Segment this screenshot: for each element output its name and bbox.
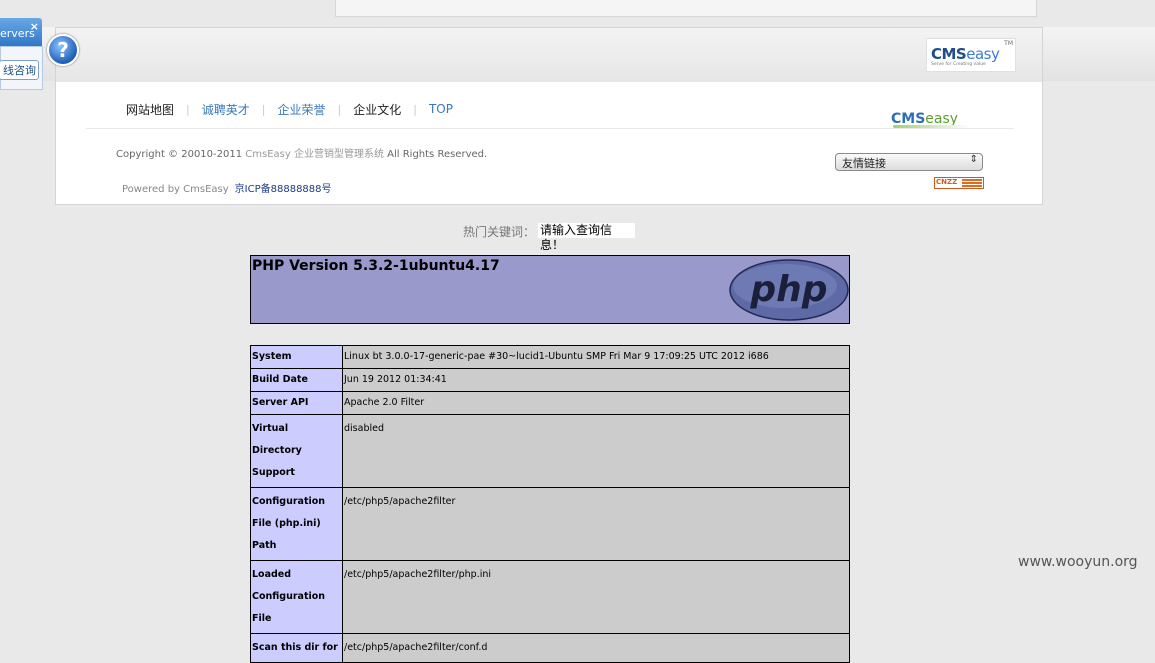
row-value: /etc/php5/apache2filter [342,487,850,561]
cnzz-stats-badge[interactable]: CNZZ [934,177,984,189]
table-row: Loaded Configuration File/etc/php5/apach… [250,560,850,634]
online-consult-button[interactable]: 线咨询 [0,60,39,80]
nav-link[interactable]: TOP [429,102,453,116]
table-row: Virtual Directory Support disabled [250,414,850,488]
powered-by: Powered by CmsEasy 京ICP备88888888号 [122,184,332,195]
row-value: /etc/php5/apache2filter/php.ini [342,560,850,634]
footer-divider [86,128,1014,129]
nav-link[interactable]: 企业荣誉 [277,101,325,118]
nav-separator: | [186,102,190,116]
nav-link[interactable]: 诚聘英才 [202,101,250,118]
table-row: System Linux bt 3.0.0-17-generic-pae #30~… [250,345,850,369]
hot-keywords-label: 热门关键词： [463,225,536,239]
nav-separator: | [337,102,342,116]
phpinfo-table: System Linux bt 3.0.0-17-generic-pae #30~… [250,345,850,663]
row-value: Apache 2.0 Filter [342,391,850,415]
top-content-box [335,0,1037,17]
row-value: Linux bt 3.0.0-17-generic-pae #30~lucid1… [342,345,850,369]
table-row: Scan this dir for/etc/php5/apache2filter… [250,633,850,663]
help-icon[interactable]: ? [47,34,79,66]
php-version-title: PHP Version 5.3.2-1ubuntu4.17 [252,258,500,274]
updown-arrows-icon: ⇕ [969,154,978,165]
footer-header [56,28,1042,82]
row-key: Server API [250,391,343,415]
cmseasy-logo-top[interactable]: CMSeasy TM Serve for Creating value [926,38,1016,72]
row-value: Jun 19 2012 01:34:41 [342,368,850,392]
row-key: Loaded Configuration File [250,560,343,634]
friend-links-select[interactable]: 友情链接 ⇕ [835,153,983,171]
table-row: Configuration File (php.ini) Path/etc/ph… [250,487,850,561]
icp-link[interactable]: 京ICP备88888888号 [235,184,332,195]
php-logo-text: php [749,269,827,310]
cnzz-bars-icon [962,179,982,187]
row-key: System [250,345,343,369]
row-key: Scan this dir for [250,633,343,663]
table-row: Build Date Jun 19 2012 01:34:41 [250,368,850,392]
row-value: disabled [342,414,850,488]
site-footer: CMSeasy TM Serve for Creating value 网站地图… [55,27,1043,205]
widget-header: ervers × [0,18,42,46]
search-input[interactable]: 请输入查询信息！ [538,223,635,252]
close-icon[interactable]: × [30,20,39,33]
widget-body: 线咨询 [0,46,43,90]
row-value: /etc/php5/apache2filter/conf.d [342,633,850,663]
nav-link[interactable]: 企业文化 [353,101,401,118]
row-key: Build Date [250,368,343,392]
copyright-text: Copyright © 20010-2011 CmsEasy 企业营销型管理系统… [116,149,488,160]
nav-separator: | [413,102,417,116]
nav-link[interactable]: 网站地图 [126,101,174,118]
cmseasy-logo-mid[interactable]: CMSeasy [891,108,975,128]
watermark: www.wooyun.org [1018,554,1138,570]
row-key: Virtual Directory Support [250,414,343,488]
logo-swoosh [893,125,969,128]
footer-nav: 网站地图 | 诚聘英才 | 企业荣誉 | 企业文化 | TOP [126,101,453,117]
php-logo-icon[interactable]: php [729,259,849,321]
row-key: Configuration File (php.ini) Path [250,487,343,561]
floating-service-widget: ervers × 线咨询 [0,18,44,90]
nav-separator: | [261,102,266,116]
phpinfo-header: PHP Version 5.3.2-1ubuntu4.17 php [250,255,850,324]
table-row: Server API Apache 2.0 Filter [250,391,850,415]
